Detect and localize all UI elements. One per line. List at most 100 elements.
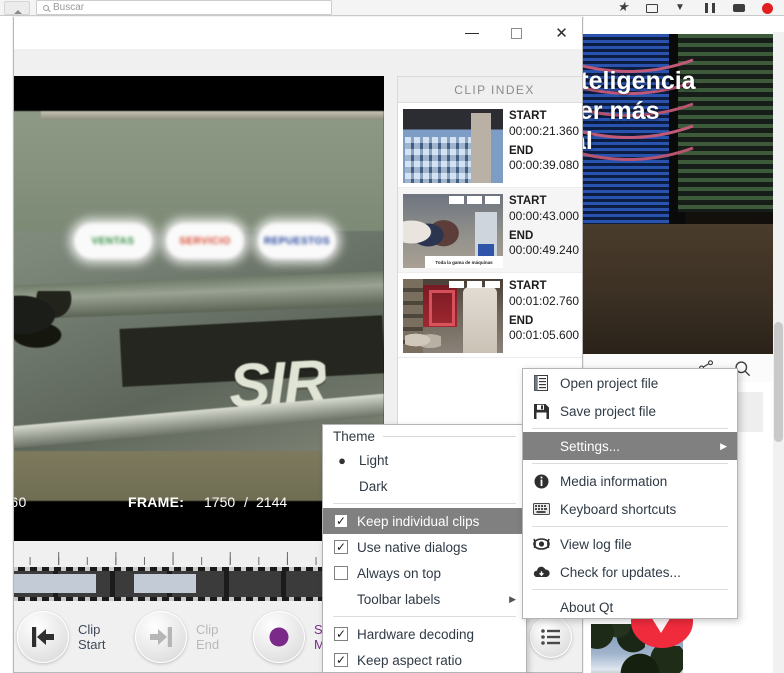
menu-item-label: Keep individual clips bbox=[357, 513, 480, 529]
checkbox-checked-icon[interactable]: ✓ bbox=[334, 540, 348, 554]
clip-end-button[interactable]: Clip End bbox=[135, 611, 253, 663]
maximize-button[interactable] bbox=[494, 18, 539, 49]
clip-end-label: Clip End bbox=[196, 622, 220, 652]
menu-item-label: Check for updates... bbox=[560, 564, 681, 580]
page-scrollbar-thumb[interactable] bbox=[774, 322, 783, 442]
menu-item-settings[interactable]: Settings... ▶ bbox=[523, 432, 737, 460]
clip-end-value: 00:00:49.240 bbox=[509, 243, 580, 258]
clip-thumbnail[interactable] bbox=[403, 109, 503, 183]
image-icon[interactable] bbox=[646, 2, 658, 14]
clip-start-value: 00:00:21.360 bbox=[509, 123, 580, 138]
menu-item-save-project-file[interactable]: Save project file bbox=[523, 397, 737, 425]
main-context-menu[interactable]: Open project file Save project file Sett… bbox=[522, 368, 738, 619]
checkbox-checked-icon[interactable]: ✓ bbox=[334, 653, 348, 667]
menu-button[interactable] bbox=[530, 616, 582, 658]
theme-option-label: Dark bbox=[359, 478, 388, 494]
menu-item-keep-aspect-ratio[interactable]: ✓ Keep aspect ratio bbox=[323, 647, 526, 672]
page-scrollbar[interactable] bbox=[773, 32, 784, 673]
settings-submenu[interactable]: Theme ● Light Dark ✓ Keep individual cli… bbox=[322, 424, 527, 673]
menu-item-view-log-file[interactable]: View log file bbox=[523, 530, 737, 558]
window-titlebar[interactable]: ✕ bbox=[14, 17, 582, 49]
osd-frame-label: FRAME: bbox=[128, 494, 185, 510]
menu-item-media-information[interactable]: Media information bbox=[523, 467, 737, 495]
close-button[interactable]: ✕ bbox=[539, 18, 582, 49]
clip-end-label: END bbox=[509, 314, 534, 327]
menu-item-label: Hardware decoding bbox=[357, 626, 475, 642]
clip-start-label: START bbox=[509, 110, 547, 122]
clip-start-label: Clip Start bbox=[78, 622, 106, 652]
list-menu-icon bbox=[530, 616, 572, 658]
video-sign-3: REPUESTOS bbox=[258, 223, 336, 259]
floppy-disk-icon bbox=[532, 403, 550, 419]
menu-item-hardware-decoding[interactable]: ✓ Hardware decoding bbox=[323, 621, 526, 647]
menu-item-label: Open project file bbox=[560, 375, 659, 391]
clip-thumbnail[interactable]: Toda la gama de máquinas bbox=[403, 194, 503, 268]
menu-item-keyboard-shortcuts[interactable]: Keyboard shortcuts bbox=[523, 495, 737, 523]
clip-times: START 00:00:43.000 END 00:00:49.240 bbox=[509, 194, 579, 264]
clip-end-label: END bbox=[509, 144, 534, 157]
theme-option-dark[interactable]: Dark bbox=[323, 473, 526, 499]
clip-end-icon bbox=[135, 611, 187, 663]
menu-item-label: Use native dialogs bbox=[357, 539, 468, 555]
clip-index-header: CLIP INDEX bbox=[398, 77, 582, 103]
pause-icon[interactable] bbox=[704, 2, 716, 14]
clip-times: START 00:01:02.760 END 00:01:05.600 bbox=[509, 279, 579, 349]
menu-item-label: Media information bbox=[560, 473, 668, 489]
theme-option-label: Light bbox=[359, 452, 389, 468]
menu-item-check-for-updates[interactable]: Check for updates... bbox=[523, 558, 737, 586]
menu-divider bbox=[333, 616, 516, 617]
osd-frame-current: 1750 bbox=[204, 494, 236, 510]
theme-option-light[interactable]: ● Light bbox=[323, 447, 526, 473]
menu-item-label: Keyboard shortcuts bbox=[560, 501, 677, 517]
clip-thumbnail[interactable] bbox=[403, 279, 503, 353]
hero-banner: nteligencia cer más ial bbox=[573, 34, 773, 354]
info-icon bbox=[532, 474, 550, 489]
menu-item-label: Save project file bbox=[560, 403, 657, 419]
menu-item-label: About Qt bbox=[560, 599, 614, 615]
checkbox-checked-icon[interactable]: ✓ bbox=[334, 627, 348, 641]
menu-item-always-on-top[interactable]: ✓ Always on top bbox=[323, 560, 526, 586]
theme-section-header: Theme bbox=[323, 425, 526, 447]
video-signage: VENTAS SERVICIO REPUESTOS bbox=[74, 223, 336, 259]
section-divider bbox=[383, 435, 516, 437]
clip-region[interactable] bbox=[134, 574, 196, 593]
menu-item-about-qt[interactable]: About Qt bbox=[523, 593, 737, 618]
theme-label: Theme bbox=[333, 428, 376, 444]
osd-timecode: 5.760 bbox=[14, 494, 27, 510]
osd-frame-separator: / bbox=[244, 494, 248, 510]
chat-icon[interactable] bbox=[733, 2, 745, 14]
clip-index-item[interactable]: Toda la gama de máquinas START 00:00:43.… bbox=[398, 188, 582, 273]
clip-index-item[interactable]: START 00:00:21.360 END 00:00:39.080 bbox=[398, 103, 582, 188]
record-dot-icon bbox=[253, 611, 305, 663]
browser-toolbar: Buscar bbox=[0, 0, 784, 16]
clip-start-value: 00:00:43.000 bbox=[509, 208, 580, 223]
menu-item-label: Settings... bbox=[560, 438, 621, 454]
menu-divider bbox=[333, 503, 516, 504]
browser-toolbar-icons bbox=[617, 2, 780, 14]
checkbox-checked-icon[interactable]: ✓ bbox=[334, 514, 348, 528]
download-icon[interactable] bbox=[675, 2, 687, 14]
back-button[interactable] bbox=[4, 0, 30, 15]
menu-divider bbox=[532, 463, 728, 464]
bookmark-star-icon[interactable] bbox=[617, 2, 629, 14]
clip-region[interactable] bbox=[14, 574, 96, 593]
menu-item-keep-individual-clips[interactable]: ✓ Keep individual clips bbox=[323, 508, 526, 534]
clip-end-label: END bbox=[509, 229, 534, 242]
clip-end-value: 00:00:39.080 bbox=[509, 158, 580, 173]
menu-item-label: Always on top bbox=[357, 565, 442, 581]
minimize-button[interactable] bbox=[449, 18, 494, 49]
menu-item-toolbar-labels[interactable]: Toolbar labels ▶ bbox=[323, 586, 526, 612]
clip-index-item[interactable]: START 00:01:02.760 END 00:01:05.600 bbox=[398, 273, 582, 358]
checkbox-unchecked-icon[interactable]: ✓ bbox=[334, 566, 348, 580]
clip-start-label: START bbox=[509, 195, 547, 207]
search-input[interactable]: Buscar bbox=[36, 0, 332, 15]
menu-item-open-project-file[interactable]: Open project file bbox=[523, 369, 737, 397]
hero-headline: nteligencia cer más ial bbox=[573, 67, 696, 155]
search-placeholder: Buscar bbox=[53, 2, 85, 13]
record-icon[interactable] bbox=[762, 2, 774, 14]
menu-divider bbox=[532, 428, 728, 429]
menu-divider bbox=[532, 526, 728, 527]
chevron-right-icon: ▶ bbox=[720, 440, 727, 451]
clip-start-button[interactable]: Clip Start bbox=[17, 611, 135, 663]
menu-item-use-native-dialogs[interactable]: ✓ Use native dialogs bbox=[323, 534, 526, 560]
